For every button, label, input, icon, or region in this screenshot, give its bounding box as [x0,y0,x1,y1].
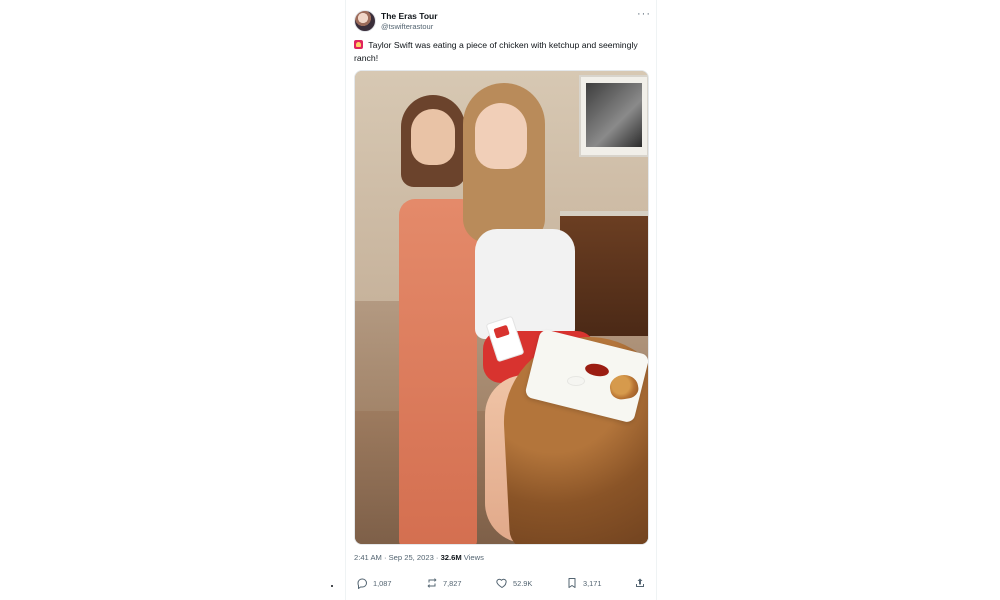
views-label: Views [463,553,484,562]
tweet-card: The Eras Tour @tswifterastour ··· Taylor… [345,0,657,600]
reply-icon [357,578,367,589]
reply-count: 1,087 [373,578,392,588]
tweet-actions: 1,087 7,827 52.9K 3,171 [356,577,648,593]
bookmark-count: 3,171 [583,578,602,588]
tweet-text-content: Taylor Swift was eating a piece of chick… [354,40,638,63]
person-left-face [411,109,455,165]
views-count[interactable]: 32.6M [441,553,462,562]
author-avatar[interactable] [354,10,376,32]
like-count: 52.9K [513,578,533,588]
reply-button[interactable]: 1,087 [356,577,392,589]
author-handle[interactable]: @tswifterastour [381,22,433,31]
heart-icon [496,578,507,588]
retweet-icon [427,578,437,588]
bookmark-icon [568,578,576,588]
stray-dot [331,585,333,587]
share-icon [636,578,644,587]
rotating-light-icon [354,40,363,49]
tweet-meta: 2:41 AM · Sep 25, 2023 · 32.6M Views [354,553,484,562]
tweet-photo[interactable] [354,70,649,545]
tweet-text: Taylor Swift was eating a piece of chick… [354,39,644,64]
like-button[interactable]: 52.9K [496,577,532,589]
share-button[interactable] [634,577,646,589]
bookmark-button[interactable]: 3,171 [566,577,602,589]
more-options-icon[interactable]: ··· [637,8,651,20]
retweet-count: 7,827 [443,578,462,588]
ranch-sauce [567,376,585,386]
tweet-timestamp[interactable]: 2:41 AM · Sep 25, 2023 [354,553,434,562]
person-right-face [475,103,527,169]
retweet-button[interactable]: 7,827 [426,577,462,589]
author-name[interactable]: The Eras Tour [381,11,438,21]
